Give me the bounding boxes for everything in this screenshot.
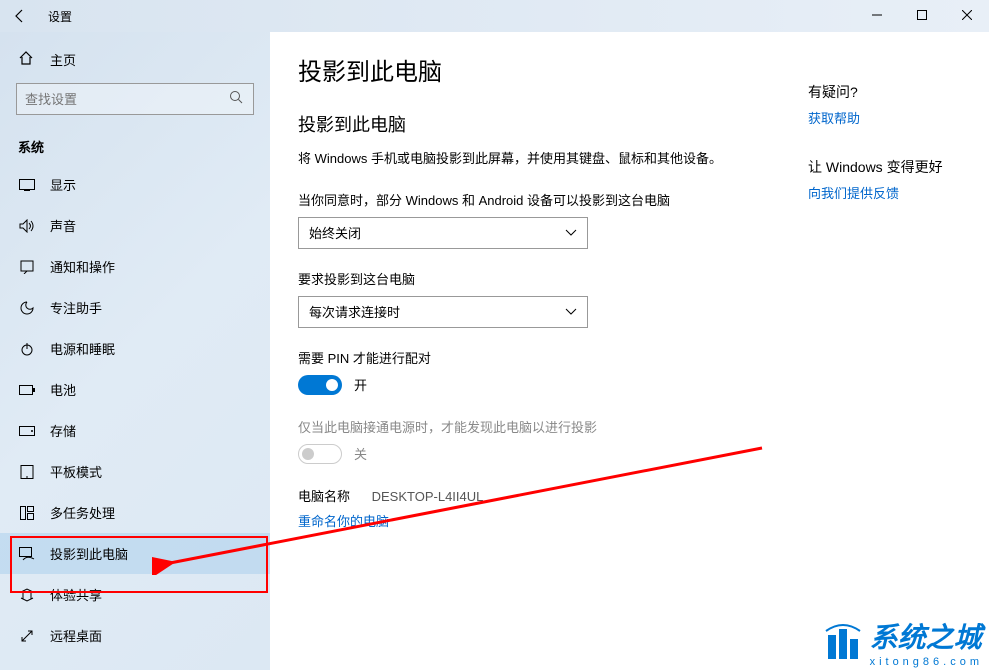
sidebar-item-label: 投影到此电脑 (50, 544, 128, 563)
feedback-title: 让 Windows 变得更好 (808, 157, 943, 177)
watermark-url: xitong86.com (870, 656, 983, 668)
rename-link[interactable]: 重命名你的电脑 (298, 511, 778, 530)
field-label-ask: 要求投影到这台电脑 (298, 269, 778, 288)
sidebar-item-focus[interactable]: 专注助手 (0, 287, 270, 328)
window-title: 设置 (48, 8, 72, 25)
sidebar-item-label: 电池 (50, 380, 76, 399)
section-description: 将 Windows 手机或电脑投影到此屏幕，并使用其键盘、鼠标和其他设备。 (298, 149, 728, 170)
remote-icon (18, 629, 36, 643)
display-icon (18, 179, 36, 191)
sidebar-item-remote[interactable]: 远程桌面 (0, 615, 270, 656)
sidebar-item-label: 专注助手 (50, 298, 102, 317)
focus-icon (18, 301, 36, 315)
help-title: 有疑问? (808, 82, 943, 102)
multitask-icon (18, 506, 36, 520)
section-title: 投影到此电脑 (298, 111, 778, 137)
storage-icon (18, 426, 36, 436)
sidebar-item-projecting[interactable]: 投影到此电脑 (0, 533, 270, 574)
sidebar-item-label: 电源和睡眠 (50, 339, 115, 358)
select-value: 始终关闭 (309, 223, 361, 242)
projecting-icon (18, 547, 36, 561)
sidebar-item-label: 多任务处理 (50, 503, 115, 522)
chevron-down-icon (565, 304, 577, 319)
sidebar-item-shared[interactable]: 体验共享 (0, 574, 270, 615)
main-content: 投影到此电脑 投影到此电脑 将 Windows 手机或电脑投影到此屏幕，并使用其… (270, 32, 989, 670)
toggle-pin-state: 开 (354, 375, 367, 394)
field-label-power: 仅当此电脑接通电源时，才能发现此电脑以进行投影 (298, 417, 778, 436)
toggle-power (298, 444, 342, 464)
battery-icon (18, 385, 36, 395)
help-link[interactable]: 获取帮助 (808, 108, 943, 127)
notifications-icon (18, 260, 36, 274)
toggle-pin[interactable] (298, 375, 342, 395)
sidebar-item-storage[interactable]: 存储 (0, 410, 270, 451)
field-label-availability: 当你同意时，部分 Windows 和 Android 设备可以投影到这台电脑 (298, 190, 778, 209)
sidebar-item-tablet[interactable]: 平板模式 (0, 451, 270, 492)
sidebar: 主页 系统 显示 声音 通知和操作 专注助手 电源和睡眠 电池 (0, 32, 270, 670)
sidebar-home[interactable]: 主页 (0, 42, 270, 77)
sidebar-item-sound[interactable]: 声音 (0, 205, 270, 246)
tablet-icon (18, 465, 36, 479)
chevron-down-icon (565, 225, 577, 240)
page-title: 投影到此电脑 (298, 52, 778, 87)
close-button[interactable] (944, 0, 989, 30)
shared-icon (18, 588, 36, 602)
watermark: 系统之城 xitong86.com (822, 616, 983, 668)
select-availability[interactable]: 始终关闭 (298, 217, 588, 249)
search-input[interactable] (25, 92, 229, 107)
pc-name-value: DESKTOP-L4II4UL (372, 489, 484, 504)
field-label-pin: 需要 PIN 才能进行配对 (298, 348, 778, 367)
toggle-power-state: 关 (354, 444, 367, 463)
pc-name-row: 电脑名称 DESKTOP-L4II4UL (298, 486, 778, 505)
sidebar-item-label: 声音 (50, 216, 76, 235)
sidebar-item-label: 通知和操作 (50, 257, 115, 276)
sidebar-item-notifications[interactable]: 通知和操作 (0, 246, 270, 287)
sidebar-item-label: 体验共享 (50, 585, 102, 604)
sidebar-item-label: 存储 (50, 421, 76, 440)
feedback-link[interactable]: 向我们提供反馈 (808, 183, 943, 202)
select-value: 每次请求连接时 (309, 302, 400, 321)
maximize-button[interactable] (899, 0, 944, 30)
sidebar-item-display[interactable]: 显示 (0, 164, 270, 205)
select-ask[interactable]: 每次请求连接时 (298, 296, 588, 328)
back-button[interactable] (0, 0, 40, 32)
sidebar-home-label: 主页 (50, 50, 76, 69)
search-icon (229, 90, 245, 109)
sidebar-item-label: 显示 (50, 175, 76, 194)
watermark-logo-icon (822, 621, 864, 663)
home-icon (18, 50, 36, 69)
pc-name-label: 电脑名称 (298, 486, 368, 505)
power-icon (18, 342, 36, 356)
sidebar-item-power[interactable]: 电源和睡眠 (0, 328, 270, 369)
sidebar-item-battery[interactable]: 电池 (0, 369, 270, 410)
minimize-button[interactable] (854, 0, 899, 30)
sidebar-item-multitask[interactable]: 多任务处理 (0, 492, 270, 533)
sidebar-group-label: 系统 (0, 125, 270, 164)
sidebar-item-label: 平板模式 (50, 462, 102, 481)
watermark-brand: 系统之城 (870, 622, 982, 653)
sidebar-item-about[interactable]: 关于 (0, 656, 270, 670)
sound-icon (18, 219, 36, 233)
sidebar-item-label: 远程桌面 (50, 626, 102, 645)
search-input-box[interactable] (16, 83, 254, 115)
